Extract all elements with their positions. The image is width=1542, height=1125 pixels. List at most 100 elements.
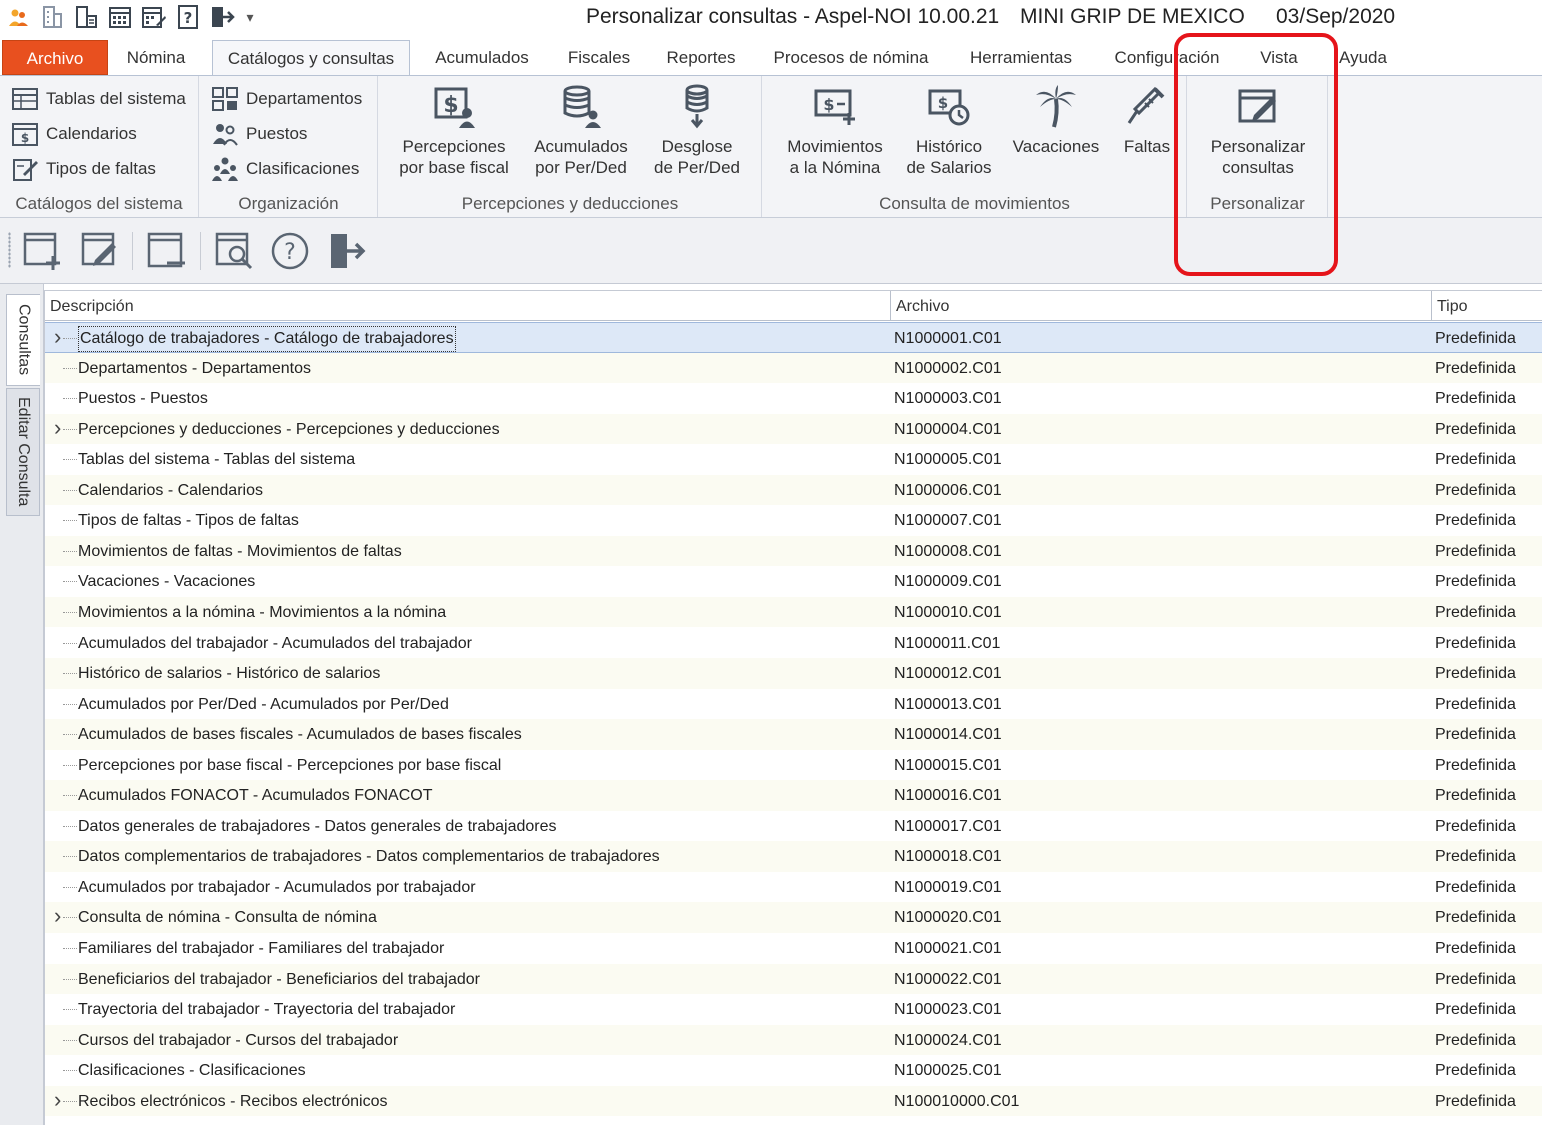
tree-connector — [63, 550, 77, 552]
expand-chevron-icon[interactable]: › — [54, 902, 61, 932]
window-edit-icon — [1235, 82, 1281, 130]
svg-text:$: $ — [823, 95, 834, 114]
calendar-edit-icon[interactable] — [140, 3, 168, 31]
vacaciones-button[interactable]: Vacaciones — [1007, 82, 1105, 157]
table-row[interactable]: Acumulados de bases fiscales - Acumulado… — [45, 719, 1542, 750]
table-row[interactable]: Datos generales de trabajadores - Datos … — [45, 811, 1542, 842]
table-row[interactable]: Puestos - Puestos N1000003.C01 Predefinida — [45, 383, 1542, 414]
calendar-grid-icon[interactable] — [106, 3, 134, 31]
table-row[interactable]: Tablas del sistema - Tablas del sistema N… — [45, 444, 1542, 475]
column-header-tipo[interactable]: Tipo — [1432, 291, 1542, 321]
tab-catalogos-consultas[interactable]: Catálogos y consultas — [212, 40, 410, 76]
tab-vista[interactable]: Vista — [1246, 40, 1312, 75]
table-row[interactable]: Trayectoria del trabajador - Trayectoria… — [45, 994, 1542, 1025]
personalizar-consultas-label-1: Personalizar — [1210, 137, 1306, 156]
add-query-icon[interactable] — [18, 228, 66, 274]
cell-tipo: Predefinida — [1435, 634, 1516, 652]
tab-herramientas[interactable]: Herramientas — [954, 40, 1088, 75]
toolbar-grip[interactable] — [8, 232, 11, 268]
customize-qat-dropdown[interactable]: ▾ — [242, 9, 258, 26]
exit-icon[interactable] — [322, 228, 370, 274]
personalizar-consultas-button[interactable]: Personalizar consultas — [1202, 82, 1314, 178]
tab-editar-consulta[interactable]: Editar Consulta — [6, 388, 40, 516]
movimientos-nomina-button[interactable]: $ Movimientos a la Nómina — [779, 82, 891, 178]
table-row[interactable]: Tipos de faltas - Tipos de faltas N100000… — [45, 505, 1542, 536]
expand-chevron-icon[interactable]: › — [54, 323, 61, 353]
table-row[interactable]: Vacaciones - Vacaciones N1000009.C01 Prede… — [45, 566, 1542, 597]
remove-query-icon[interactable] — [142, 228, 190, 274]
table-row[interactable]: Clasificaciones - Clasificaciones N100002… — [45, 1055, 1542, 1086]
expand-chevron-icon[interactable]: › — [54, 1086, 61, 1116]
help-icon[interactable]: ? — [266, 228, 314, 274]
cell-descripcion-text: Familiares del trabajador - Familiares d… — [78, 940, 445, 957]
table-row[interactable]: › Percepciones y deducciones - Percepcion… — [45, 413, 1542, 445]
tree-connector — [63, 917, 77, 919]
calendarios-button[interactable]: $ Calendarios — [10, 118, 137, 150]
table-row[interactable]: Acumulados FONACOT - Acumulados FONACOT N… — [45, 780, 1542, 811]
table-row[interactable]: Departamentos - Departamentos N1000002.C0… — [45, 352, 1542, 384]
table-row[interactable]: Acumulados por trabajador - Acumulados p… — [45, 872, 1542, 903]
tab-acumulados[interactable]: Acumulados — [420, 40, 544, 75]
table-row[interactable]: Familiares del trabajador - Familiares d… — [45, 933, 1542, 964]
coins-stack-icon — [558, 82, 604, 130]
column-header-descripcion[interactable]: Descripción — [45, 291, 891, 321]
table-row[interactable]: Cursos del trabajador - Cursos del traba… — [45, 1024, 1542, 1056]
tree-connector — [63, 1039, 77, 1041]
help-document-icon[interactable]: ? — [174, 3, 202, 31]
table-row[interactable]: Calendarios - Calendarios N1000006.C01 Pre… — [45, 474, 1542, 506]
table-row[interactable]: Movimientos de faltas - Movimientos de f… — [45, 535, 1542, 567]
table-row[interactable]: › Consulta de nómina - Consulta de nómina… — [45, 902, 1542, 933]
tree-connector — [63, 825, 77, 827]
cell-tipo: Predefinida — [1435, 573, 1516, 591]
acumulados-per-ded-button[interactable]: Acumulados por Per/Ded — [527, 82, 635, 178]
historico-salarios-button[interactable]: $ Histórico de Salarios — [903, 82, 995, 178]
cell-descripcion-text: Calendarios - Calendarios — [78, 481, 263, 499]
expand-chevron-icon[interactable]: › — [54, 414, 61, 444]
cell-archivo: N1000020.C01 — [894, 909, 1002, 927]
percepciones-base-fiscal-button[interactable]: $ Percepciones por base fiscal — [395, 82, 513, 178]
tab-archivo[interactable]: Archivo — [2, 40, 108, 75]
group-catalogos-sistema: Tablas del sistema $ Calendarios Tipos d… — [0, 76, 199, 217]
preview-icon[interactable] — [210, 228, 258, 274]
tab-procesos-nomina[interactable]: Procesos de nómina — [760, 40, 942, 75]
tab-reportes[interactable]: Reportes — [654, 40, 748, 75]
table-row[interactable]: › Catálogo de trabajadores - Catálogo de … — [45, 322, 1542, 353]
column-header-archivo[interactable]: Archivo — [891, 291, 1432, 321]
faltas-button[interactable]: Faltas — [1117, 82, 1177, 157]
table-row[interactable]: Percepciones por base fiscal - Percepcio… — [45, 750, 1542, 781]
departamentos-button[interactable]: Departamentos — [210, 83, 362, 115]
tab-nomina[interactable]: Nómina — [112, 40, 200, 75]
cell-archivo: N1000014.C01 — [894, 726, 1002, 744]
table-row[interactable]: Histórico de salarios - Histórico de sal… — [45, 658, 1542, 689]
tree-connector — [63, 520, 77, 522]
table-row[interactable]: Movimientos a la nómina - Movimientos a … — [45, 596, 1542, 628]
tab-editar-consulta-label: Editar Consulta — [15, 397, 32, 507]
cell-tipo: Predefinida — [1435, 726, 1516, 744]
tab-configuracion[interactable]: Configuración — [1100, 40, 1234, 75]
tipos-faltas-button[interactable]: Tipos de faltas — [10, 153, 156, 185]
clasificaciones-button[interactable]: Clasificaciones — [210, 153, 359, 185]
cell-descripcion: Cursos del trabajador - Cursos del traba… — [78, 1025, 398, 1055]
exit-icon[interactable] — [208, 3, 236, 31]
app-icon[interactable] — [4, 3, 32, 31]
desglose-per-ded-button[interactable]: Desglose de Per/Ded — [647, 82, 747, 178]
building-icon[interactable] — [38, 3, 66, 31]
table-row[interactable]: Datos complementarios de trabajadores - … — [45, 841, 1542, 872]
tab-consultas[interactable]: Consultas — [6, 294, 40, 386]
tablas-sistema-button[interactable]: Tablas del sistema — [10, 83, 186, 115]
edit-query-icon[interactable] — [76, 228, 124, 274]
palm-tree-icon — [1033, 82, 1079, 130]
cell-archivo: N1000025.C01 — [894, 1062, 1002, 1080]
table-row[interactable]: Acumulados por Per/Ded - Acumulados por … — [45, 689, 1542, 720]
table-row[interactable]: › Recibos electrónicos - Recibos electrón… — [45, 1085, 1542, 1117]
tab-fiscales[interactable]: Fiscales — [556, 40, 642, 75]
work-date: 03/Sep/2020 — [1276, 5, 1396, 28]
tree-connector — [63, 764, 77, 766]
cell-archivo: N1000017.C01 — [894, 817, 1002, 835]
puestos-button[interactable]: Puestos — [210, 118, 307, 150]
table-row[interactable]: Acumulados del trabajador - Acumulados d… — [45, 628, 1542, 659]
building-list-icon[interactable] — [72, 3, 100, 31]
cell-tipo: Predefinida — [1435, 603, 1516, 621]
table-row[interactable]: Beneficiarios del trabajador - Beneficia… — [45, 963, 1542, 995]
tab-ayuda[interactable]: Ayuda — [1328, 40, 1398, 75]
